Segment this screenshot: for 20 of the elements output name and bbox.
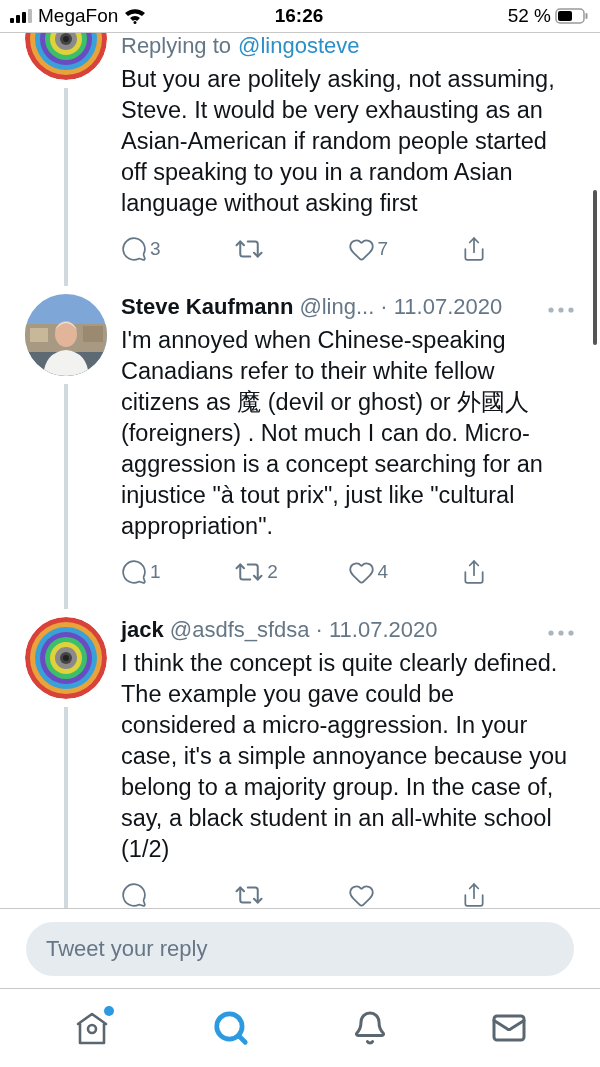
carrier-name: MegaFon xyxy=(38,5,119,27)
author-handle: @ling... xyxy=(299,294,375,320)
tweet-text: I think the concept is quite clearly defined. The example you gave could be considered a micro-aggression. In your case, it's a simple annoyance because you belong to a majority group. In the case of, say, a black student in an all-white school (1/2) xyxy=(121,649,569,864)
battery-percent: 52 % xyxy=(507,5,551,27)
author-name[interactable]: Steve Kaufmann xyxy=(121,294,294,320)
tweet-date: · 11.07.2020 xyxy=(315,617,438,643)
tweet-date: · 11.07.2020 xyxy=(380,294,503,320)
tweet-text: I'm annoyed when Chinese-speaking Canadians refer to their white fellow citizens as 魔 (devil or ghost) or 外國人 (foreigners) . Not much I can do. Micro-aggression is a concept searching for an injustice "à tout prix", just like "cultural appropriation". xyxy=(121,326,544,541)
like-count: 4 xyxy=(377,561,389,583)
clock-time: 16:26 xyxy=(274,5,324,27)
mention-link[interactable]: @lingosteve xyxy=(238,33,360,59)
replying-label: Replying to xyxy=(121,33,232,59)
tweet-text: But you are politely asking, not assuming, Steve. It would be very exhausting as an Asian-American if random people started off speaking to you in a random Asian language without asking first xyxy=(121,65,556,218)
like-count: 7 xyxy=(377,238,389,260)
reply-count: 1 xyxy=(150,561,161,583)
retweet-count: 2 xyxy=(267,561,278,583)
author-handle: @asdfs_sfdsa xyxy=(169,617,310,643)
reply-field[interactable]: Tweet your reply xyxy=(26,921,574,976)
reply-count: 3 xyxy=(150,238,161,260)
author-name[interactable]: jack xyxy=(121,617,164,643)
